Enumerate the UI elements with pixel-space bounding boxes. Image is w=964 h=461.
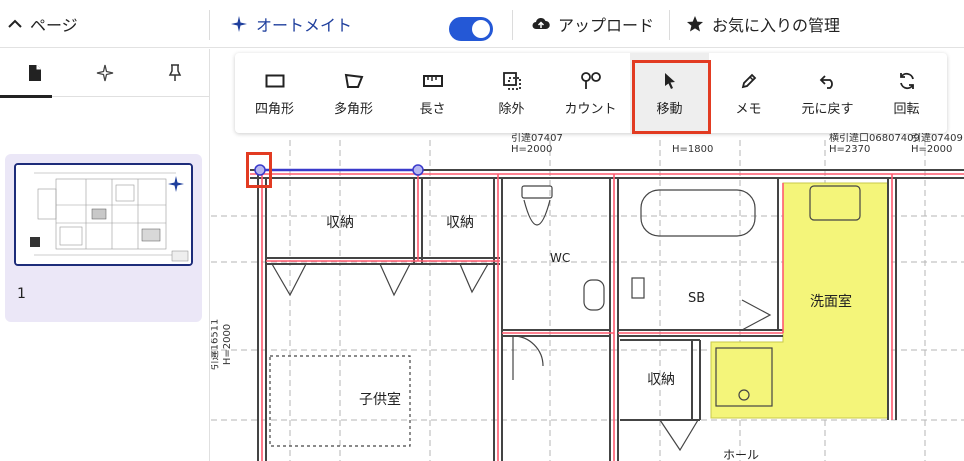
tool-palette: 四角形 多角形 長さ 除外 カウント 移動 メモ 元に戻す 回転 (235, 53, 947, 134)
polygon-icon (342, 70, 366, 92)
rotate-icon (895, 70, 919, 92)
tool-length[interactable]: 長さ (393, 53, 472, 133)
chevron-up-icon (8, 19, 22, 28)
pages-toggle[interactable]: ページ (8, 10, 78, 38)
page-icon (29, 65, 41, 81)
tool-undo[interactable]: 元に戻す (788, 53, 867, 133)
automate-label: オートメイト (256, 16, 353, 35)
count-icon (579, 70, 603, 92)
tool-memo[interactable]: メモ (709, 53, 788, 133)
tool-label: 長さ (419, 101, 446, 117)
cloud-upload-icon (532, 17, 550, 29)
exclude-icon (500, 70, 524, 92)
handle-highlight (246, 152, 272, 188)
tool-label: 四角形 (254, 101, 294, 117)
tool-label: 回転 (893, 101, 920, 117)
rectangle-icon (263, 70, 287, 92)
favorites-button[interactable]: お気に入りの管理 (686, 10, 840, 38)
tool-label: 多角形 (333, 101, 373, 117)
page-thumbnail (14, 163, 193, 266)
undo-icon (816, 70, 840, 92)
room-label-wc: WC (550, 251, 571, 265)
upload-button[interactable]: アップロード (532, 10, 654, 38)
tool-label: 移動 (656, 101, 683, 117)
tool-exclude[interactable]: 除外 (472, 53, 551, 133)
ruler-icon (421, 70, 445, 92)
sparkle-icon (96, 64, 114, 82)
pointer-icon (658, 70, 682, 92)
pin-icon (168, 64, 182, 81)
page-card[interactable]: 1 (5, 154, 202, 322)
tool-label: 元に戻す (801, 101, 854, 117)
room-label-washroom: 洗面室 (810, 294, 852, 310)
tool-label: メモ (735, 101, 762, 117)
tool-polygon[interactable]: 多角形 (314, 53, 393, 133)
automate-toggle[interactable] (449, 17, 493, 41)
tool-count[interactable]: カウント (551, 53, 630, 133)
upload-label: アップロード (558, 16, 655, 35)
pages-label: ページ (30, 16, 78, 35)
room-label-storage: 収納 (446, 215, 474, 231)
star-icon (687, 16, 703, 32)
door-height: H=2000 (911, 144, 953, 155)
room-label-storage: 収納 (326, 215, 354, 231)
automate-button[interactable]: オートメイト (230, 10, 352, 38)
sparkle-icon (231, 16, 247, 32)
room-label-hall: ホール (723, 448, 760, 461)
tool-rotate[interactable]: 回転 (867, 53, 946, 133)
door-height: H=2370 (829, 144, 871, 155)
page-number: 1 (17, 286, 26, 302)
tab-pins[interactable] (140, 49, 210, 97)
room-label-sb: SB (688, 291, 706, 306)
door-height: H=2000 (511, 144, 553, 155)
pages-sidebar: 1 (0, 49, 210, 461)
top-bar: ページ オートメイト アップロード お気に入りの管理 (0, 0, 964, 48)
sidebar-tabs (0, 49, 210, 98)
sparkle-icon (168, 176, 184, 192)
door-height: H=2000 (222, 323, 234, 366)
door-annotation: 引違07407 (511, 133, 563, 144)
tool-label: カウント (564, 101, 617, 117)
tool-rectangle[interactable]: 四角形 (235, 53, 314, 133)
tab-automate[interactable] (70, 49, 140, 97)
room-label-kids-room: 子供室 (359, 392, 401, 408)
tab-pages[interactable] (0, 49, 70, 98)
door-annotation: 横引違口06807409 (829, 133, 920, 144)
tool-move[interactable]: 移動 (630, 53, 711, 134)
tool-label: 除外 (498, 101, 525, 117)
room-label-storage: 収納 (647, 372, 675, 388)
door-height: H=1800 (672, 144, 714, 155)
favorites-label: お気に入りの管理 (712, 16, 841, 35)
pen-icon (737, 70, 761, 92)
door-annotation: 引違16511 (211, 318, 221, 371)
